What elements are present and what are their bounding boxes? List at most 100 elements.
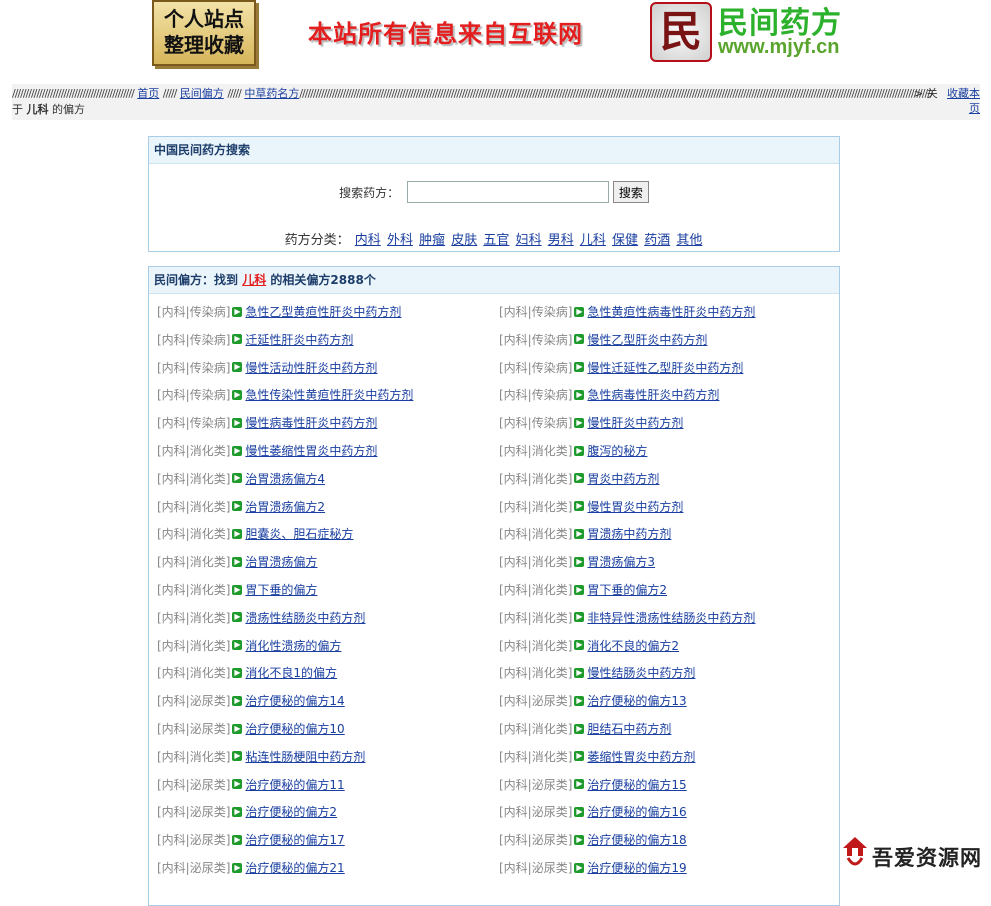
category-link-yaojiu[interactable]: 药酒: [644, 233, 670, 248]
item-category: [内科|泌尿类]: [499, 694, 573, 709]
category-link-waike[interactable]: 外科: [387, 233, 413, 248]
item-link[interactable]: 治疗便秘的偏方11: [245, 778, 344, 792]
results-prefix-link[interactable]: 民间偏方: [154, 273, 202, 287]
item-category: [内科|泌尿类]: [157, 833, 231, 848]
item-category: [内科|消化类]: [499, 722, 573, 736]
category-link-neike[interactable]: 内科: [355, 233, 381, 248]
category-link-baojian[interactable]: 保健: [612, 233, 638, 248]
item-link[interactable]: 治疗便秘的偏方14: [245, 694, 344, 708]
site-logo[interactable]: 个人站点 整理收藏: [152, 0, 256, 66]
item-link[interactable]: 胃炎中药方剂: [587, 472, 659, 486]
item-link[interactable]: 治疗便秘的偏方21: [245, 861, 344, 875]
category-link-qita[interactable]: 其他: [676, 233, 702, 248]
list-item: [内科|消化类] ▶ 非特异性溃疡性结肠炎中药方剂: [499, 609, 755, 627]
item-category: [内科|消化类]: [157, 610, 231, 625]
search-input[interactable]: [407, 181, 609, 203]
item-link[interactable]: 消化不良1的偏方: [245, 666, 337, 680]
item-link[interactable]: 治胃溃疡偏方4: [245, 472, 325, 486]
item-link[interactable]: 胆结石中药方剂: [587, 722, 671, 736]
item-link[interactable]: 急性乙型黄疸性肝炎中药方剂: [245, 305, 401, 319]
item-link[interactable]: 慢性结肠炎中药方剂: [587, 666, 695, 680]
arrow-right-icon: ▶: [574, 723, 585, 734]
item-link[interactable]: 消化不良的偏方2: [587, 639, 679, 653]
breadcrumb: ////////////////////////////////////////…: [12, 84, 980, 120]
item-link[interactable]: 胃下垂的偏方2: [587, 583, 667, 597]
item-link[interactable]: 慢性胃炎中药方剂: [587, 500, 683, 514]
item-link[interactable]: 治疗便秘的偏方17: [245, 833, 344, 847]
list-item: [内科|消化类] ▶ 慢性胃炎中药方剂: [499, 498, 683, 516]
item-link[interactable]: 治疗便秘的偏方18: [587, 833, 686, 847]
item-link[interactable]: 胆囊炎、胆石症秘方: [245, 527, 353, 541]
category-link-fuke[interactable]: 妇科: [516, 233, 542, 248]
arrow-right-icon: ▶: [574, 556, 585, 567]
item-link[interactable]: 慢性乙型肝炎中药方剂: [587, 333, 707, 347]
item-link[interactable]: 胃溃疡偏方3: [587, 555, 655, 569]
item-link[interactable]: 慢性肝炎中药方剂: [587, 416, 683, 430]
item-link[interactable]: 腹泻的秘方: [587, 444, 647, 458]
breadcrumb-tail-end: 的偏方: [52, 103, 85, 116]
item-link[interactable]: 慢性病毒性肝炎中药方剂: [245, 416, 377, 430]
item-link[interactable]: 消化性溃疡的偏方: [245, 639, 341, 653]
item-link[interactable]: 治疗便秘的偏方15: [587, 778, 686, 792]
item-link[interactable]: 治疗便秘的偏方10: [245, 722, 344, 736]
item-link[interactable]: 慢性萎缩性胃炎中药方剂: [245, 444, 377, 458]
item-link[interactable]: 治胃溃疡偏方: [245, 555, 317, 569]
brand-url: www.mjyf.cn: [718, 36, 840, 58]
arrow-right-icon: ▶: [232, 695, 243, 706]
list-item: [内科|传染病] ▶ 急性黄疸性病毒性肝炎中药方剂: [499, 303, 755, 321]
item-category: [内科|消化类]: [499, 555, 573, 570]
arrow-right-icon: ▶: [232, 501, 243, 512]
bookmark-link[interactable]: 收藏本页: [938, 86, 980, 116]
results-count: 的相关偏方2888个: [270, 273, 376, 287]
arrow-right-icon: ▶: [574, 862, 585, 873]
category-link-nanke[interactable]: 男科: [548, 233, 574, 248]
item-link[interactable]: 非特异性溃疡性结肠炎中药方剂: [587, 611, 755, 625]
breadcrumb-home-link[interactable]: 首页: [137, 87, 159, 100]
item-category: [内科|传染病]: [157, 388, 231, 403]
list-item: [内科|消化类] ▶ 胃炎中药方剂: [499, 470, 659, 488]
item-link[interactable]: 迁延性肝炎中药方剂: [245, 333, 353, 347]
arrow-right-icon: ▶: [574, 667, 585, 678]
list-item: [内科|传染病] ▶ 慢性活动性肝炎中药方剂: [157, 359, 377, 377]
item-link[interactable]: 溃疡性结肠炎中药方剂: [245, 611, 365, 625]
arrow-right-icon: ▶: [574, 389, 585, 400]
arrow-right-icon: ▶: [574, 501, 585, 512]
item-link[interactable]: 治疗便秘的偏方2: [245, 805, 337, 819]
item-link[interactable]: 急性黄疸性病毒性肝炎中药方剂: [587, 305, 755, 319]
item-link[interactable]: 急性病毒性肝炎中药方剂: [587, 388, 719, 402]
search-button[interactable]: 搜索: [612, 181, 649, 203]
item-link[interactable]: 慢性活动性肝炎中药方剂: [245, 361, 377, 375]
breadcrumb-separator: /////: [162, 87, 177, 100]
category-link-zhongliu[interactable]: 肿瘤: [419, 233, 445, 248]
item-link[interactable]: 粘连性肠梗阻中药方剂: [245, 750, 365, 764]
category-link-erke[interactable]: 儿科: [580, 233, 606, 248]
item-link[interactable]: 治胃溃疡偏方2: [245, 500, 325, 514]
arrow-right-icon: ▶: [574, 834, 585, 845]
list-item: [内科|传染病] ▶ 慢性肝炎中药方剂: [499, 414, 683, 432]
list-item: [内科|消化类] ▶ 胃溃疡偏方3: [499, 553, 655, 571]
breadcrumb-current: 于 儿科 的偏方: [12, 102, 85, 117]
category-link-wuguan[interactable]: 五官: [483, 233, 509, 248]
category-link-pifu[interactable]: 皮肤: [451, 233, 477, 248]
breadcrumb-folk-link[interactable]: 民间偏方: [180, 87, 224, 100]
item-link[interactable]: 治疗便秘的偏方13: [587, 694, 686, 708]
arrow-right-icon: ▶: [232, 640, 243, 651]
item-link[interactable]: 胃下垂的偏方: [245, 583, 317, 597]
item-link[interactable]: 治疗便秘的偏方19: [587, 861, 686, 875]
item-category: [内科|泌尿类]: [157, 777, 231, 792]
list-item: [内科|消化类] ▶ 消化不良的偏方2: [499, 637, 679, 655]
list-item: [内科|消化类] ▶ 消化性溃疡的偏方: [157, 637, 341, 655]
item-link[interactable]: 胃溃疡中药方剂: [587, 527, 671, 541]
item-link[interactable]: 萎缩性胃炎中药方剂: [587, 750, 695, 764]
category-label: 药方分类：: [284, 233, 350, 248]
item-category: [内科|消化类]: [499, 499, 573, 514]
item-link[interactable]: 急性传染性黄疸性肝炎中药方剂: [245, 388, 413, 402]
item-link[interactable]: 治疗便秘的偏方16: [587, 805, 686, 819]
results-keyword[interactable]: 儿科: [242, 273, 266, 287]
list-item: [内科|泌尿类] ▶ 治疗便秘的偏方16: [499, 803, 687, 821]
item-link[interactable]: 慢性迁延性乙型肝炎中药方剂: [587, 361, 743, 375]
arrow-right-icon: ▶: [232, 862, 243, 873]
breadcrumb-herbal-link[interactable]: 中草药名方: [244, 87, 299, 100]
site-header: 个人站点 整理收藏 本站所有信息来自互联网 民 民间药方 www.mjyf.cn: [0, 0, 991, 80]
item-category: [内科|消化类]: [157, 444, 231, 458]
